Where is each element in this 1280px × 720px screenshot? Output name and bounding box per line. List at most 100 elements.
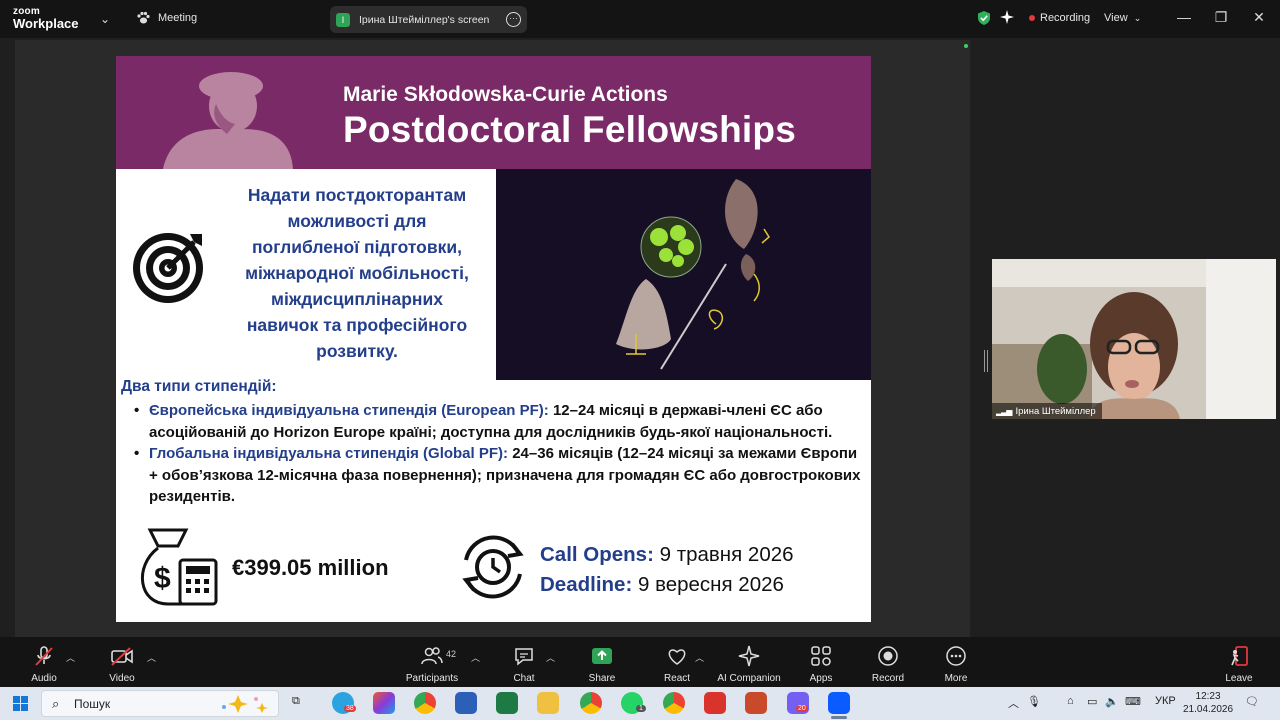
share-button[interactable]: Share xyxy=(587,644,617,684)
acrobat-icon[interactable] xyxy=(704,692,726,714)
notifications-icon[interactable]: 🗨 xyxy=(1245,695,1259,708)
more-label: More xyxy=(944,673,968,684)
excel-icon[interactable] xyxy=(496,692,518,714)
purpose-line: міжнародної мобільності, xyxy=(245,263,469,283)
task-view-icon[interactable]: ⧉ xyxy=(292,695,300,708)
deadline-date: 9 вересня 2026 xyxy=(632,573,784,596)
target-icon xyxy=(133,233,203,303)
money-bag-calculator-icon: $ xyxy=(141,528,218,606)
chat-label: Chat xyxy=(513,673,535,684)
purpose-line: поглибленої підготовки, xyxy=(251,237,463,257)
copilot-icon[interactable] xyxy=(373,692,395,714)
participant-video-tile[interactable]: ▂▃▅ Ірина Штейміллер xyxy=(992,259,1276,419)
fellowship-types-list: Європейська індивідуальна стипендія (Eur… xyxy=(130,400,865,508)
ai-sparkle-icon[interactable] xyxy=(999,9,1015,25)
participants-count: 42 xyxy=(446,649,457,659)
apps-button[interactable]: Apps xyxy=(807,644,835,684)
share-label: Share xyxy=(588,673,616,684)
chat-button[interactable]: Chat xyxy=(510,644,538,684)
purpose-line: Надати постдокторантам xyxy=(247,185,467,205)
taskbar-clock[interactable]: 12:23 21.04.2026 xyxy=(1183,690,1233,716)
meeting-label: Meeting xyxy=(158,12,198,24)
shared-screen-pill[interactable]: I Ірина Штейміллер's screen ··· xyxy=(330,6,527,33)
viber-badge: 20 xyxy=(796,705,808,712)
security-shield-icon[interactable] xyxy=(977,10,991,26)
vpn-tray-icon[interactable]: ⌂ xyxy=(1067,695,1074,707)
more-icon xyxy=(946,646,966,666)
clock-cycle-icon xyxy=(462,535,524,599)
taskbar-search-box[interactable]: ⌕ Пошук xyxy=(41,690,279,717)
minimize-button[interactable]: — xyxy=(1174,9,1194,25)
presentation-slide: Marie Skłodowska-Curie Actions Postdocto… xyxy=(116,56,871,622)
purpose-text: Надати постдокторантам можливості для по… xyxy=(224,182,490,364)
deadline-row: Deadline: 9 вересня 2026 xyxy=(540,570,794,600)
react-label: React xyxy=(663,673,691,684)
leave-label: Leave xyxy=(1225,673,1253,684)
more-button[interactable]: More xyxy=(941,644,971,684)
muted-mic-icon xyxy=(35,646,53,666)
video-button[interactable]: Video xyxy=(106,644,138,684)
video-label: Video xyxy=(109,673,135,684)
search-icon: ⌕ xyxy=(52,696,60,711)
view-button[interactable]: View ⌄ xyxy=(1104,12,1141,24)
audio-label: Audio xyxy=(31,673,57,684)
shared-screen-label: Ірина Штейміллер's screen xyxy=(359,13,490,26)
word-icon[interactable] xyxy=(455,692,477,714)
recording-indicator[interactable]: Recording xyxy=(1029,12,1090,24)
meeting-info-button[interactable]: Meeting xyxy=(136,11,197,25)
telegram-badge: 38 xyxy=(344,705,356,712)
purpose-line: навичок та професійного xyxy=(246,315,468,335)
share-status-dot xyxy=(964,44,968,48)
apps-label: Apps xyxy=(809,673,833,684)
maximize-button[interactable]: ❐ xyxy=(1211,9,1231,26)
zoom-taskbar-icon[interactable] xyxy=(828,692,850,714)
chrome-icon[interactable] xyxy=(414,692,436,714)
paw-icon xyxy=(137,11,150,24)
list-item: Європейська індивідуальна стипендія (Eur… xyxy=(130,400,865,443)
ai-companion-button[interactable]: AI Companion xyxy=(715,644,783,684)
participants-icon xyxy=(421,647,443,665)
clock-time: 12:23 xyxy=(1195,691,1221,702)
participant-video-image xyxy=(992,259,1276,419)
react-button[interactable]: React xyxy=(662,644,692,684)
panel-resize-handle[interactable] xyxy=(984,350,988,372)
react-options-caret[interactable]: ︿ xyxy=(695,651,704,664)
view-label: View xyxy=(1104,12,1128,24)
microphone-tray-icon[interactable]: 🎙 xyxy=(1027,695,1041,708)
science-collage-image xyxy=(496,169,871,380)
title-bar: zoom Workplace ⌄ Meeting I Ірина Штейміл… xyxy=(0,0,1280,38)
chrome-window-icon[interactable] xyxy=(663,692,685,714)
participants-options-caret[interactable]: ︿ xyxy=(471,651,480,664)
whatsapp-badge: 1 xyxy=(636,705,646,712)
battery-icon[interactable]: ▭ xyxy=(1087,695,1097,708)
signal-bars-icon: ▂▃▅ xyxy=(996,406,1013,416)
more-options-icon[interactable]: ··· xyxy=(506,12,521,27)
audio-options-caret[interactable]: ︿ xyxy=(66,651,75,664)
show-hidden-icons[interactable]: ︿ xyxy=(1008,695,1019,711)
fellowship-types-heading: Два типи стипендій: xyxy=(121,378,277,395)
keyboard-icon[interactable]: ⌨ xyxy=(1125,695,1141,708)
leave-button[interactable]: Leave xyxy=(1224,644,1254,684)
european-pf-label: Європейська індивідуальна стипендія (Eur… xyxy=(149,402,549,419)
windows-start-icon[interactable] xyxy=(13,696,28,711)
record-button[interactable]: Record xyxy=(870,644,906,684)
file-explorer-icon[interactable] xyxy=(537,692,559,714)
call-dates: Call Opens: 9 травня 2026 Deadline: 9 ве… xyxy=(540,540,794,600)
chevron-down-icon[interactable]: ⌄ xyxy=(100,12,110,26)
video-options-caret[interactable]: ︿ xyxy=(147,651,156,664)
sharer-badge: I xyxy=(336,12,350,27)
input-language[interactable]: УКР xyxy=(1155,695,1176,707)
logo-bottom-text: Workplace xyxy=(13,16,79,31)
svg-text:$: $ xyxy=(154,562,171,595)
purpose-line: розвитку. xyxy=(316,341,398,361)
audio-button[interactable]: Audio xyxy=(28,644,60,684)
chat-options-caret[interactable]: ︿ xyxy=(546,651,555,664)
windows-taskbar: ⌕ Пошук ⧉ 38 1 20 ︿ 🎙 ⌂ ▭ 🔈 ⌨ УКР 12:23 … xyxy=(0,687,1280,720)
chrome-profile-icon[interactable] xyxy=(580,692,602,714)
deadline-label: Deadline: xyxy=(540,573,633,596)
zoom-logo: zoom Workplace xyxy=(13,6,79,30)
volume-icon[interactable]: 🔈 xyxy=(1105,695,1119,708)
powerpoint-icon[interactable] xyxy=(745,692,767,714)
call-opens-date: 9 травня 2026 xyxy=(653,543,794,566)
close-window-button[interactable]: ✕ xyxy=(1249,9,1269,26)
